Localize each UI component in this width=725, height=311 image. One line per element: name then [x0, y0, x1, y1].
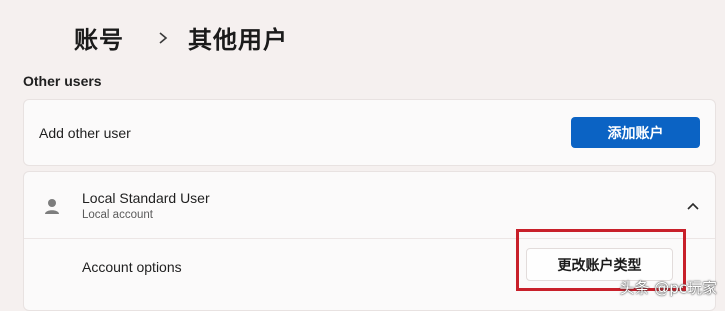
watermark: 头条 @pc玩家 — [619, 279, 717, 297]
account-options-label: Account options — [82, 259, 182, 275]
page-title: 其他用户 — [188, 26, 288, 54]
breadcrumb-root[interactable]: 账号 — [74, 20, 124, 55]
add-user-label: Add other user — [39, 125, 131, 141]
user-account-type: Local account — [82, 209, 153, 221]
divider — [24, 238, 715, 239]
user-card-header[interactable]: Local Standard User Local account — [24, 172, 715, 238]
user-card: Local Standard User Local account Accoun… — [23, 171, 716, 311]
section-title: Other users — [23, 73, 102, 89]
person-icon — [42, 196, 62, 216]
chevron-up-icon[interactable] — [686, 198, 700, 210]
user-name: Local Standard User — [82, 190, 210, 206]
add-account-button[interactable]: 添加账户 — [571, 117, 700, 148]
chevron-right-icon — [157, 30, 169, 46]
add-user-card: Add other user 添加账户 — [23, 99, 716, 166]
breadcrumb: 账号 其他用户 — [74, 20, 288, 55]
